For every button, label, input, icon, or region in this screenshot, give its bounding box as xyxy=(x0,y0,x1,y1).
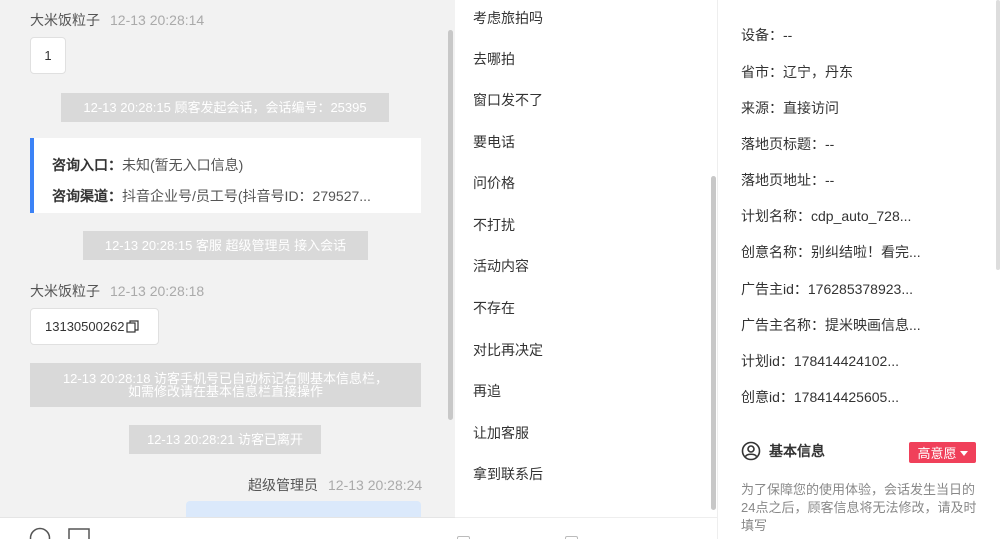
message-time: 12-13 20:28:18 xyxy=(110,283,205,299)
quick-reply-item[interactable]: 考虑旅拍吗 xyxy=(473,8,543,28)
consult-entry-row: 咨询入口：未知(暂无入口信息) xyxy=(52,150,421,181)
quick-reply-item[interactable]: 拿到联系后 xyxy=(473,464,543,484)
chat-panel: 大米饭粒子 12-13 20:28:14 1 12-13 20:28:15 顾客发… xyxy=(0,0,455,539)
message-sender: 大米饭粒子 12-13 20:28:14 xyxy=(30,10,204,30)
section-title: 基本信息 xyxy=(769,443,825,459)
message-time: 12-13 20:28:24 xyxy=(328,477,423,493)
sender-name: 大米饭粒子 xyxy=(30,283,100,299)
message-time: 12-13 20:28:14 xyxy=(110,12,205,28)
image-icon[interactable] xyxy=(68,528,90,539)
channel-label: 咨询渠道： xyxy=(52,188,122,204)
chat-input-toolbar xyxy=(0,517,455,539)
basic-info-header: 基本信息 xyxy=(741,441,825,461)
info-row: 广告主id：176285378923... xyxy=(741,281,913,297)
entry-value: 未知(暂无入口信息) xyxy=(122,157,244,173)
info-row: 落地页地址：-- xyxy=(741,172,835,188)
system-message-line: 如需修改请在基本信息栏直接操作 xyxy=(127,384,323,399)
quick-reply-item[interactable]: 要电话 xyxy=(473,132,515,152)
chat-scrollbar[interactable] xyxy=(448,30,453,420)
quick-reply-item[interactable]: 活动内容 xyxy=(473,256,529,276)
channel-value: 抖音企业号/员工号(抖音号ID：279527... xyxy=(122,188,371,204)
entry-label: 咨询入口： xyxy=(52,157,122,173)
quick-reply-item[interactable]: 让加客服 xyxy=(473,423,529,443)
message-bubble: 13130500262 xyxy=(30,308,159,345)
copy-icon[interactable] xyxy=(125,320,139,333)
quick-reply-scrollbar[interactable] xyxy=(711,176,716,510)
quick-reply-item[interactable]: 不存在 xyxy=(473,298,515,318)
quick-reply-item[interactable]: 窗口发不了 xyxy=(473,90,543,110)
quick-reply-footer xyxy=(455,517,717,539)
consult-info-card: 咨询入口：未知(暂无入口信息) 咨询渠道：抖音企业号/员工号(抖音号ID：279… xyxy=(30,138,421,213)
info-row: 创意id：178414425605... xyxy=(741,389,899,405)
info-row: 落地页标题：-- xyxy=(741,136,835,152)
info-row: 广告主名称：提米映画信息... xyxy=(741,317,921,333)
quick-reply-item[interactable]: 去哪拍 xyxy=(473,49,515,69)
quick-reply-item[interactable]: 问价格 xyxy=(473,173,515,193)
info-row: 来源：直接访问 xyxy=(741,100,839,116)
info-row: 计划id：178414424102... xyxy=(741,353,899,369)
sender-name: 超级管理员 xyxy=(248,477,318,493)
info-row: 省市：辽宁，丹东 xyxy=(741,64,853,80)
info-row: 创意名称：别纠结啦！看完... xyxy=(741,244,921,260)
message-sender: 大米饭粒子 12-13 20:28:18 xyxy=(30,281,204,301)
sender-name: 大米饭粒子 xyxy=(30,12,100,28)
system-message: 12-13 20:28:15 顾客发起会话，会话编号：25395 xyxy=(61,93,389,122)
info-row: 计划名称：cdp_auto_728... xyxy=(741,208,912,224)
quick-reply-item[interactable]: 对比再决定 xyxy=(473,340,543,360)
system-message: 12-13 20:28:18 访客手机号已自动标记右侧基本信息栏， 如需修改请在… xyxy=(30,363,421,407)
info-note: 为了保障您的使用体验，会话发生当日的24点之后，顾客信息将无法修改，请及时填写 xyxy=(741,482,977,533)
emoji-icon[interactable] xyxy=(29,527,51,539)
info-scrollbar[interactable] xyxy=(996,0,1000,270)
user-circle-icon xyxy=(741,441,761,461)
system-message: 12-13 20:28:15 客服 超级管理员 接入会话 xyxy=(83,231,368,260)
message-text: 1 xyxy=(44,48,52,63)
quick-reply-item[interactable]: 不打扰 xyxy=(473,215,515,235)
message-sender: 超级管理员 12-13 20:28:24 xyxy=(248,475,422,495)
intent-level-label: 高意愿 xyxy=(917,446,957,461)
caret-down-icon xyxy=(959,445,968,460)
message-bubble: 1 xyxy=(30,37,66,74)
info-row: 设备：-- xyxy=(741,27,793,43)
intent-level-dropdown[interactable]: 高意愿 xyxy=(909,442,976,463)
quick-reply-item[interactable]: 再追 xyxy=(473,381,501,401)
quick-reply-panel: 考虑旅拍吗去哪拍窗口发不了要电话问价格不打扰活动内容不存在对比再决定再追让加客服… xyxy=(455,0,718,539)
customer-info-panel: 设备：-- 省市：辽宁，丹东 来源：直接访问 落地页标题：-- 落地页地址：-- 计划名称… xyxy=(719,0,1000,539)
message-text: 13130500262 xyxy=(45,319,125,334)
consult-channel-row: 咨询渠道：抖音企业号/员工号(抖音号ID：279527... xyxy=(52,181,421,212)
system-message: 12-13 20:28:21 访客已离开 xyxy=(129,425,321,454)
